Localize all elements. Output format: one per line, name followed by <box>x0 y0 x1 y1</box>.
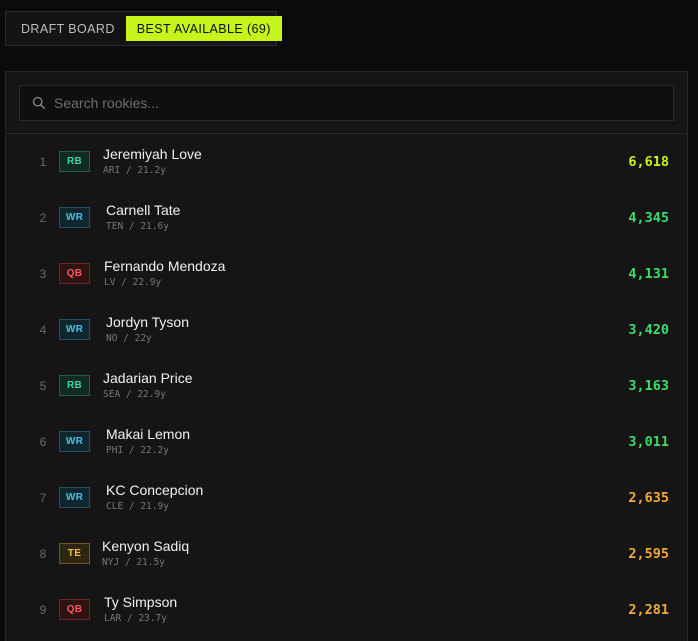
player-name[interactable]: KC Concepcion <box>106 482 203 498</box>
player-name[interactable]: Jeremiyah Love <box>103 146 202 162</box>
player-row[interactable]: 9 QB Ty Simpson LAR / 23.7y 2,281 <box>6 582 687 638</box>
player-row[interactable]: 5 RB Jadarian Price SEA / 22.9y 3,163 <box>6 358 687 414</box>
search-bar <box>6 72 687 134</box>
position-badge: QB <box>59 599 90 620</box>
position-badge: WR <box>59 207 90 228</box>
player-row[interactable]: 3 QB Fernando Mendoza LV / 22.9y 4,131 <box>6 246 687 302</box>
player-row[interactable]: 2 WR Carnell Tate TEN / 21.6y 4,345 <box>6 190 687 246</box>
player-value: 3,163 <box>628 378 669 394</box>
player-info: Kenyon Sadiq NYJ / 21.5y <box>102 538 189 568</box>
player-name[interactable]: Ty Simpson <box>104 594 177 610</box>
player-row[interactable]: 1 RB Jeremiyah Love ARI / 21.2y 6,618 <box>6 134 687 190</box>
player-team-age: SEA / 22.9y <box>103 389 166 400</box>
player-name[interactable]: Carnell Tate <box>106 202 180 218</box>
player-name[interactable]: Kenyon Sadiq <box>102 538 189 554</box>
player-name[interactable]: Makai Lemon <box>106 426 190 442</box>
player-rank: 5 <box>39 379 47 393</box>
player-rank: 8 <box>39 547 47 561</box>
player-value: 3,420 <box>628 322 669 338</box>
player-value: 2,635 <box>628 490 669 506</box>
tab-best-available[interactable]: BEST AVAILABLE (69) <box>125 16 282 41</box>
player-info: Fernando Mendoza LV / 22.9y <box>104 258 225 288</box>
search-icon <box>32 96 45 109</box>
player-name[interactable]: Jadarian Price <box>103 370 193 386</box>
player-team-age: NO / 22y <box>106 333 152 344</box>
player-info: Carnell Tate TEN / 21.6y <box>106 202 180 232</box>
player-value: 6,618 <box>628 154 669 170</box>
position-badge: QB <box>59 263 90 284</box>
position-badge: WR <box>59 431 90 452</box>
player-info: Jadarian Price SEA / 22.9y <box>103 370 193 400</box>
player-row[interactable]: 7 WR KC Concepcion CLE / 21.9y 2,635 <box>6 470 687 526</box>
player-row[interactable]: 6 WR Makai Lemon PHI / 22.2y 3,011 <box>6 414 687 470</box>
player-rank: 4 <box>39 323 47 337</box>
player-info: KC Concepcion CLE / 21.9y <box>106 482 203 512</box>
player-value: 2,281 <box>628 602 669 618</box>
player-info: Makai Lemon PHI / 22.2y <box>106 426 190 456</box>
rookie-panel: 1 RB Jeremiyah Love ARI / 21.2y 6,618 2 … <box>5 71 688 641</box>
player-rank: 9 <box>39 603 47 617</box>
player-value: 3,011 <box>628 434 669 450</box>
player-value: 4,131 <box>628 266 669 282</box>
player-value: 4,345 <box>628 210 669 226</box>
player-row[interactable]: 4 WR Jordyn Tyson NO / 22y 3,420 <box>6 302 687 358</box>
position-badge: WR <box>59 487 90 508</box>
player-rank: 1 <box>39 155 47 169</box>
player-team-age: NYJ / 21.5y <box>102 557 165 568</box>
search-input[interactable] <box>54 95 661 111</box>
player-row[interactable]: 8 TE Kenyon Sadiq NYJ / 21.5y 2,595 <box>6 526 687 582</box>
player-value: 2,595 <box>628 546 669 562</box>
player-list: 1 RB Jeremiyah Love ARI / 21.2y 6,618 2 … <box>6 134 687 638</box>
player-info: Jordyn Tyson NO / 22y <box>106 314 189 344</box>
player-team-age: LAR / 23.7y <box>104 613 167 624</box>
player-team-age: TEN / 21.6y <box>106 221 169 232</box>
position-badge: TE <box>59 543 90 564</box>
view-tabs: DRAFT BOARD BEST AVAILABLE (69) <box>5 11 282 46</box>
player-info: Jeremiyah Love ARI / 21.2y <box>103 146 202 176</box>
player-rank: 3 <box>39 267 47 281</box>
position-badge: RB <box>59 375 90 396</box>
tab-draft-board[interactable]: DRAFT BOARD <box>10 16 126 41</box>
player-info: Ty Simpson LAR / 23.7y <box>104 594 177 624</box>
player-rank: 6 <box>39 435 47 449</box>
player-team-age: LV / 22.9y <box>104 277 162 288</box>
player-rank: 7 <box>39 491 47 505</box>
player-team-age: PHI / 22.2y <box>106 445 169 456</box>
player-team-age: ARI / 21.2y <box>103 165 166 176</box>
player-name[interactable]: Jordyn Tyson <box>106 314 189 330</box>
search-box[interactable] <box>19 85 674 121</box>
player-name[interactable]: Fernando Mendoza <box>104 258 225 274</box>
player-team-age: CLE / 21.9y <box>106 501 169 512</box>
player-rank: 2 <box>39 211 47 225</box>
position-badge: WR <box>59 319 90 340</box>
position-badge: RB <box>59 151 90 172</box>
